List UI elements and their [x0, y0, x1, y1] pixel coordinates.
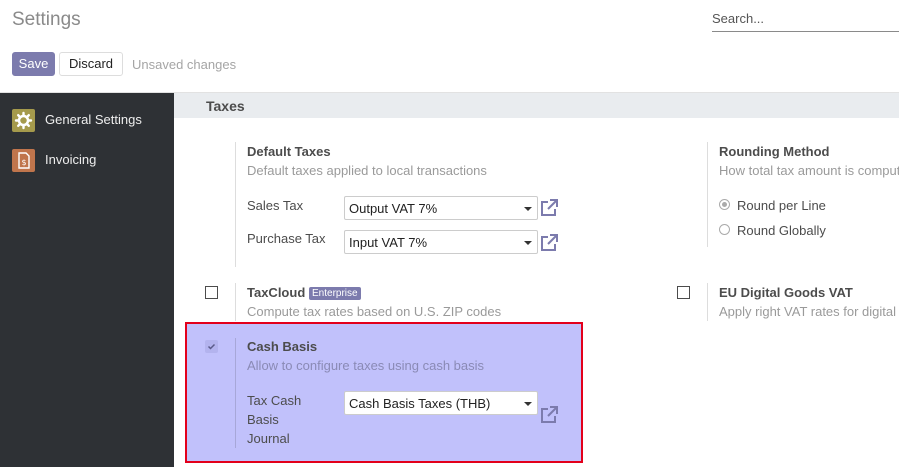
rounding-method-title: Rounding Method [719, 144, 830, 159]
sales-tax-value: Output VAT 7% [349, 201, 438, 216]
setting-divider [235, 338, 236, 448]
default-taxes-description: Default taxes applied to local transacti… [247, 163, 487, 178]
sidebar-item-label: Invoicing [45, 152, 97, 167]
tax-cash-basis-journal-label: Tax Cash Basis Journal [247, 393, 302, 446]
taxcloud-description: Compute tax rates based on U.S. ZIP code… [247, 304, 502, 319]
sidebar-item-general-settings[interactable]: General Settings [12, 109, 174, 133]
sales-tax-select[interactable]: Output VAT 7% [344, 196, 538, 220]
setting-divider [235, 142, 236, 267]
tax-cash-basis-journal-value: Cash Basis Taxes (THB) [349, 396, 491, 411]
taxcloud-checkbox[interactable] [205, 286, 218, 299]
purchase-tax-label: Purchase Tax [247, 231, 326, 246]
invoice-icon: $ [12, 149, 35, 172]
sidebar-item-label: General Settings [45, 112, 142, 127]
eu-digital-goods-vat-checkbox[interactable] [677, 286, 690, 299]
section-header [174, 93, 899, 118]
setting-divider [707, 283, 708, 321]
round-per-line-label: Round per Line [737, 198, 826, 213]
page-title: Settings [12, 9, 81, 30]
caret-down-icon [524, 402, 532, 406]
round-globally-label: Round Globally [737, 223, 826, 238]
setting-divider [235, 283, 236, 321]
rounding-method-description: How total tax amount is comput [719, 163, 899, 178]
purchase-tax-value: Input VAT 7% [349, 235, 428, 250]
external-link-icon[interactable] [539, 405, 559, 425]
setting-divider [707, 142, 708, 247]
save-button[interactable]: Save [12, 52, 55, 76]
enterprise-badge: Enterprise [309, 287, 361, 300]
section-title: Taxes [206, 98, 245, 114]
unsaved-changes-text: Unsaved changes [132, 57, 237, 72]
search-input[interactable]: Search... [712, 9, 899, 32]
taxcloud-title: TaxCloud [247, 285, 306, 300]
round-per-line-radio[interactable] [719, 199, 730, 210]
tax-cash-basis-journal-select[interactable]: Cash Basis Taxes (THB) [344, 391, 538, 415]
svg-text:$: $ [21, 158, 26, 167]
cash-basis-checkbox[interactable] [205, 340, 218, 353]
external-link-icon[interactable] [539, 233, 559, 253]
caret-down-icon [524, 207, 532, 211]
search-placeholder: Search... [712, 11, 765, 26]
discard-button[interactable]: Discard [59, 52, 123, 76]
sidebar-item-invoicing[interactable]: $ Invoicing [12, 149, 174, 173]
external-link-icon[interactable] [539, 198, 559, 218]
cash-basis-description: Allow to configure taxes using cash basi… [247, 358, 485, 373]
eu-digital-goods-vat-description: Apply right VAT rates for digital [719, 304, 897, 319]
eu-digital-goods-vat-title: EU Digital Goods VAT [719, 285, 853, 300]
round-globally-radio[interactable] [719, 224, 730, 235]
gear-icon [12, 109, 35, 132]
caret-down-icon [524, 241, 532, 245]
purchase-tax-select[interactable]: Input VAT 7% [344, 230, 538, 254]
check-icon [207, 343, 216, 350]
cash-basis-title: Cash Basis [247, 339, 318, 354]
default-taxes-title: Default Taxes [247, 144, 331, 159]
sales-tax-label: Sales Tax [247, 198, 304, 213]
